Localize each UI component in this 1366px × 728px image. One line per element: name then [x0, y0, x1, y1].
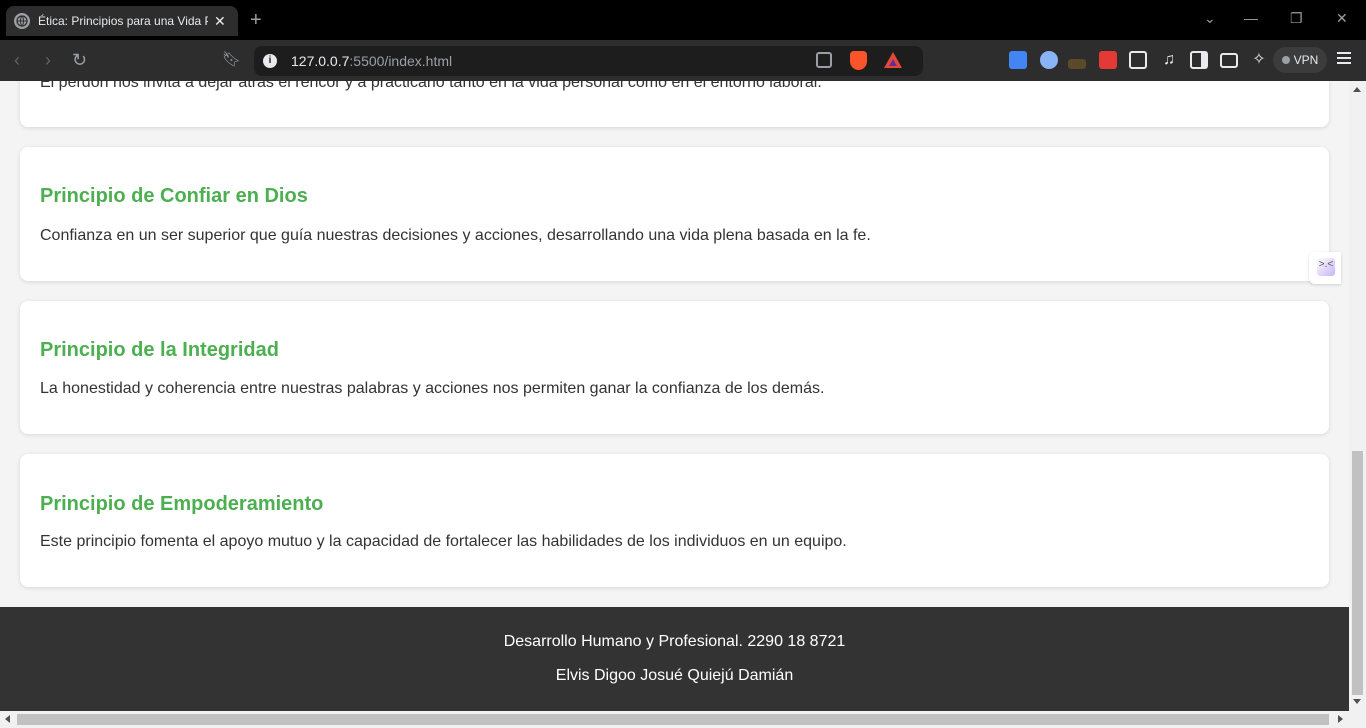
wallet-icon[interactable] — [1220, 53, 1238, 68]
scroll-left-icon[interactable] — [5, 715, 10, 723]
new-tab-icon[interactable]: + — [250, 9, 262, 31]
principle-title: Principio de Confiar en Dios — [40, 185, 308, 207]
brave-rewards-icon[interactable] — [884, 52, 902, 68]
scrollbar-thumb[interactable] — [17, 714, 1329, 725]
vpn-button[interactable]: VPN — [1273, 47, 1327, 73]
sidebar-icon[interactable] — [1190, 51, 1208, 69]
tab-search-icon[interactable]: ⌄ — [1204, 10, 1216, 27]
principle-text: Confianza en un ser superior que guía nu… — [40, 227, 871, 244]
floating-extension-button[interactable]: >.< — [1309, 252, 1341, 284]
globe-icon — [14, 13, 30, 29]
scroll-right-icon[interactable] — [1338, 715, 1343, 723]
close-window-icon[interactable]: ✕ — [1336, 10, 1348, 27]
vertical-scrollbar[interactable] — [1349, 81, 1366, 711]
principle-card: Principio de la Integridad La honestidad… — [20, 301, 1329, 434]
minimize-icon[interactable]: — — [1244, 10, 1258, 26]
page-footer: Desarrollo Humano y Profesional. 2290 18… — [0, 607, 1349, 711]
extension-icon[interactable] — [1099, 51, 1117, 69]
back-icon[interactable]: ‹ — [14, 49, 20, 71]
browser-tab[interactable]: Ética: Principios para una Vida Plena ✕ — [6, 6, 238, 36]
collapse-icon: >.< — [1317, 258, 1335, 276]
principle-card: El perdón nos invita a dejar atrás el re… — [20, 81, 1329, 127]
footer-line-2: Elvis Digoo Josué Quiejú Damián — [555, 667, 794, 684]
scroll-down-icon[interactable] — [1353, 699, 1361, 704]
tab-title: Ética: Principios para una Vida Plena — [38, 14, 208, 28]
music-icon[interactable]: ♫ — [1160, 51, 1178, 69]
scroll-up-icon[interactable] — [1353, 87, 1361, 92]
menu-icon[interactable] — [1337, 52, 1351, 67]
restore-icon[interactable]: ❐ — [1290, 10, 1303, 27]
extension-icon[interactable] — [1068, 59, 1086, 69]
principle-text: Este principio fomenta el apoyo mutuo y … — [40, 533, 847, 550]
reload-icon[interactable]: ↻ — [72, 49, 87, 71]
forward-icon[interactable]: › — [45, 49, 51, 71]
vpn-label: VPN — [1293, 53, 1319, 67]
principle-card: Principio de Empoderamiento Este princip… — [20, 454, 1329, 587]
horizontal-scrollbar[interactable] — [0, 711, 1366, 728]
puzzle-icon[interactable] — [1129, 51, 1147, 69]
principle-title: Principio de Empoderamiento — [40, 493, 324, 515]
leo-ai-icon[interactable]: ✧ — [1250, 51, 1268, 69]
tab-bar: Ética: Principios para una Vida Plena ✕ … — [0, 0, 1366, 40]
principle-card: Principio de Confiar en Dios Confianza e… — [20, 147, 1329, 281]
google-translate-icon[interactable] — [1009, 51, 1027, 69]
brave-shields-icon[interactable] — [850, 51, 867, 70]
address-bar[interactable]: i 127.0.0.7:5500/index.html — [254, 46, 923, 76]
principle-title: Principio de la Integridad — [40, 339, 279, 361]
principle-text: La honestidad y coherencia entre nuestra… — [40, 380, 825, 397]
scrollbar-thumb[interactable] — [1352, 451, 1363, 695]
vpn-status-icon — [1281, 56, 1290, 64]
footer-line-1: Desarrollo Humano y Profesional. 2290 18… — [503, 633, 846, 650]
info-icon[interactable]: i — [263, 54, 277, 68]
url-text[interactable]: 127.0.0.7:5500/index.html — [291, 53, 452, 69]
bookmark-icon[interactable]: 🔖︎ — [222, 49, 241, 71]
extension-icon[interactable] — [1040, 51, 1058, 69]
share-icon[interactable] — [816, 52, 832, 68]
principle-text: El perdón nos invita a dejar atrás el re… — [40, 81, 822, 91]
close-tab-icon[interactable]: ✕ — [214, 13, 226, 30]
page-viewport: El perdón nos invita a dejar atrás el re… — [0, 81, 1349, 711]
